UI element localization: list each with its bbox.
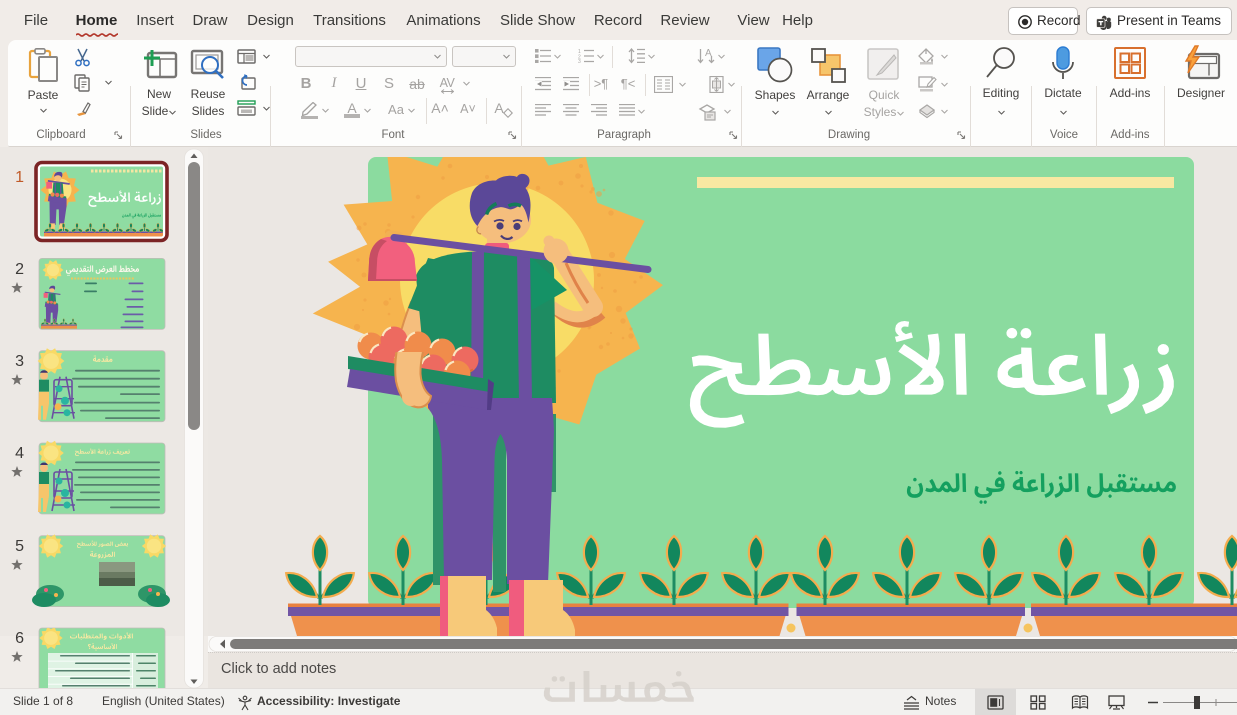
- svg-text:5: 5: [15, 538, 24, 555]
- svg-text:2: 2: [15, 261, 24, 278]
- svg-text:1: 1: [15, 169, 24, 186]
- svg-text:6: 6: [15, 630, 24, 647]
- svg-text:3: 3: [578, 59, 581, 63]
- svg-text:3: 3: [15, 353, 24, 370]
- svg-text:4: 4: [15, 445, 24, 462]
